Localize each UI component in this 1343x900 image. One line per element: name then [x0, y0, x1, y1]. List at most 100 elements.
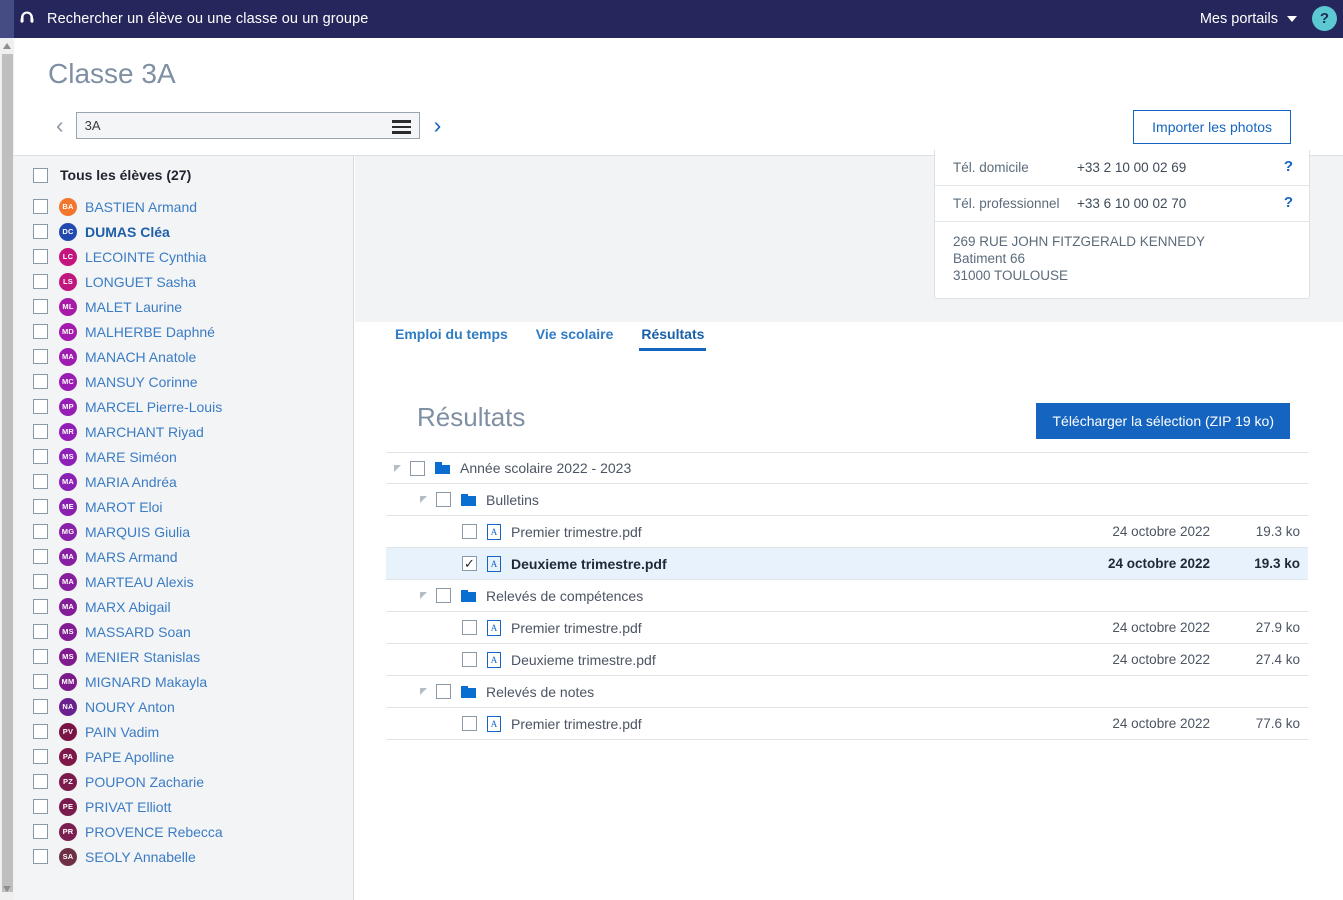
tree-file-row[interactable]: ✓ADeuxieme trimestre.pdf24 octobre 20221… [386, 548, 1308, 580]
pdf-file-icon: A [487, 524, 501, 540]
select-all-students-row[interactable]: ✓ Tous les élèves (27) [14, 156, 353, 194]
student-checkbox[interactable]: ✓ [33, 199, 48, 214]
tree-item-checkbox[interactable]: ✓ [436, 588, 451, 603]
student-list-item[interactable]: ✓PRPROVENCE Rebecca [14, 819, 353, 844]
student-checkbox[interactable]: ✓ [33, 699, 48, 714]
tree-item-checkbox[interactable]: ✓ [462, 556, 477, 571]
tree-item-checkbox[interactable]: ✓ [410, 461, 425, 476]
student-checkbox[interactable]: ✓ [33, 624, 48, 639]
student-checkbox[interactable]: ✓ [33, 774, 48, 789]
next-class-button[interactable]: › [434, 114, 442, 137]
student-checkbox[interactable]: ✓ [33, 399, 48, 414]
students-sidebar[interactable]: ✓ Tous les élèves (27) ✓BABASTIEN Armand… [14, 156, 354, 900]
expand-collapse-triangle-icon[interactable] [420, 592, 427, 599]
student-list-item[interactable]: ✓MSMENIER Stanislas [14, 644, 353, 669]
tree-folder-row[interactable]: ✓Relevés de notes [386, 676, 1308, 708]
tab-vie-scolaire[interactable]: Vie scolaire [534, 322, 616, 351]
student-list-item[interactable]: ✓MAMARTEAU Alexis [14, 569, 353, 594]
student-checkbox[interactable]: ✓ [33, 549, 48, 564]
student-checkbox[interactable]: ✓ [33, 224, 48, 239]
tree-file-row[interactable]: ✓ADeuxieme trimestre.pdf24 octobre 20222… [386, 644, 1308, 676]
student-list-item[interactable]: ✓MAMARIA Andréa [14, 469, 353, 494]
student-checkbox[interactable]: ✓ [33, 449, 48, 464]
tree-item-checkbox[interactable]: ✓ [436, 492, 451, 507]
student-list-item[interactable]: ✓MAMARX Abigail [14, 594, 353, 619]
student-list-item[interactable]: ✓MRMARCHANT Riyad [14, 419, 353, 444]
contact-help-icon[interactable]: ? [1284, 158, 1293, 175]
student-list-item[interactable]: ✓MSMARE Siméon [14, 444, 353, 469]
tab-emploi-du-temps[interactable]: Emploi du temps [393, 322, 510, 351]
expand-collapse-triangle-icon[interactable] [420, 688, 427, 695]
tab-r-sultats[interactable]: Résultats [639, 322, 706, 351]
student-list-item[interactable]: ✓NANOURY Anton [14, 694, 353, 719]
tree-file-row[interactable]: ✓APremier trimestre.pdf24 octobre 202227… [386, 612, 1308, 644]
avatar: MA [59, 473, 77, 491]
student-checkbox[interactable]: ✓ [33, 824, 48, 839]
scroll-down-arrow-icon[interactable] [3, 886, 11, 892]
student-list-item[interactable]: ✓BABASTIEN Armand [14, 194, 353, 219]
student-list-item[interactable]: ✓MCMANSUY Corinne [14, 369, 353, 394]
tree-folder-row[interactable]: ✓Relevés de compétences [386, 580, 1308, 612]
student-checkbox[interactable]: ✓ [33, 524, 48, 539]
student-list-item[interactable]: ✓MAMANACH Anatole [14, 344, 353, 369]
tree-item-checkbox[interactable]: ✓ [462, 652, 477, 667]
student-checkbox[interactable]: ✓ [33, 724, 48, 739]
help-button[interactable]: ? [1312, 6, 1337, 31]
student-checkbox[interactable]: ✓ [33, 674, 48, 689]
student-list-item[interactable]: ✓LCLECOINTE Cynthia [14, 244, 353, 269]
page-scrollbar[interactable] [0, 38, 14, 900]
student-list-item[interactable]: ✓MMMIGNARD Makayla [14, 669, 353, 694]
student-list-item[interactable]: ✓LSLONGUET Sasha [14, 269, 353, 294]
my-portals-menu[interactable]: Mes portails [1200, 0, 1297, 38]
download-selection-button[interactable]: Télécharger la sélection (ZIP 19 ko) [1036, 403, 1290, 439]
student-checkbox[interactable]: ✓ [33, 249, 48, 264]
student-list-item[interactable]: ✓MDMALHERBE Daphné [14, 319, 353, 344]
student-checkbox[interactable]: ✓ [33, 349, 48, 364]
tree-item-checkbox[interactable]: ✓ [436, 684, 451, 699]
tree-folder-row[interactable]: ✓Bulletins [386, 484, 1308, 516]
select-all-students-checkbox[interactable]: ✓ [33, 168, 48, 183]
student-list-item[interactable]: ✓MAMARS Armand [14, 544, 353, 569]
tree-item-checkbox[interactable]: ✓ [462, 620, 477, 635]
student-list-item[interactable]: ✓MPMARCEL Pierre-Louis [14, 394, 353, 419]
student-list-item[interactable]: ✓DCDUMAS Cléa [14, 219, 353, 244]
student-checkbox[interactable]: ✓ [33, 499, 48, 514]
import-photos-button[interactable]: Importer les photos [1133, 110, 1291, 144]
previous-class-button[interactable]: ‹ [56, 114, 64, 137]
tree-file-row[interactable]: ✓APremier trimestre.pdf24 octobre 202277… [386, 708, 1308, 740]
expand-collapse-triangle-icon[interactable] [420, 496, 427, 503]
student-checkbox[interactable]: ✓ [33, 799, 48, 814]
student-list-item[interactable]: ✓PZPOUPON Zacharie [14, 769, 353, 794]
student-checkbox[interactable]: ✓ [33, 424, 48, 439]
tree-file-row[interactable]: ✓APremier trimestre.pdf24 octobre 202219… [386, 516, 1308, 548]
student-checkbox[interactable]: ✓ [33, 749, 48, 764]
student-list-item[interactable]: ✓PEPRIVAT Elliott [14, 794, 353, 819]
student-list-item[interactable]: ✓MEMAROT Eloi [14, 494, 353, 519]
tree-item-checkbox[interactable]: ✓ [462, 716, 477, 731]
tree-item-checkbox[interactable]: ✓ [462, 524, 477, 539]
student-checkbox[interactable]: ✓ [33, 474, 48, 489]
student-list-item[interactable]: ✓MLMALET Laurine [14, 294, 353, 319]
student-checkbox[interactable]: ✓ [33, 299, 48, 314]
student-checkbox[interactable]: ✓ [33, 374, 48, 389]
student-checkbox[interactable]: ✓ [33, 849, 48, 864]
page-scrollbar-thumb[interactable] [2, 54, 13, 892]
student-checkbox[interactable]: ✓ [33, 274, 48, 289]
contact-help-icon[interactable]: ? [1284, 194, 1293, 211]
student-list-item[interactable]: ✓PAPAPE Apolline [14, 744, 353, 769]
class-search-field[interactable] [76, 112, 420, 139]
student-list-item[interactable]: ✓PVPAIN Vadim [14, 719, 353, 744]
student-checkbox[interactable]: ✓ [33, 324, 48, 339]
student-list-item[interactable]: ✓SASEOLY Annabelle [14, 844, 353, 869]
tree-folder-row[interactable]: ✓Année scolaire 2022 - 2023 [386, 452, 1308, 484]
student-list-item[interactable]: ✓MSMASSARD Soan [14, 619, 353, 644]
class-list-menu-icon[interactable] [392, 117, 411, 136]
class-search-input[interactable] [77, 113, 377, 138]
scroll-up-arrow-icon[interactable] [3, 43, 11, 49]
global-search-trigger[interactable]: Rechercher un élève ou une classe ou un … [18, 0, 368, 38]
student-checkbox[interactable]: ✓ [33, 599, 48, 614]
student-checkbox[interactable]: ✓ [33, 649, 48, 664]
expand-collapse-triangle-icon[interactable] [394, 465, 401, 472]
student-list-item[interactable]: ✓MGMARQUIS Giulia [14, 519, 353, 544]
student-checkbox[interactable]: ✓ [33, 574, 48, 589]
